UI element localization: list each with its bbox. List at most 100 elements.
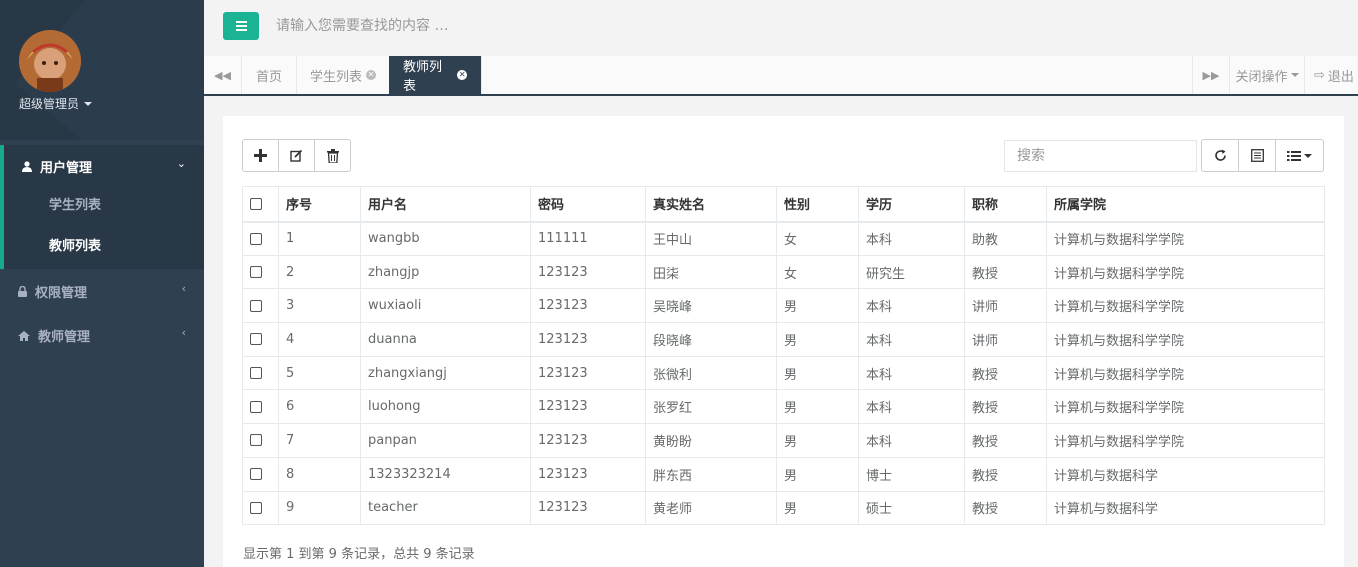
top-bar	[204, 0, 1358, 56]
table-cell: 研究生	[858, 254, 965, 290]
logout-button[interactable]: ⇨ 退出	[1306, 56, 1358, 94]
tabs-scroll-left-button[interactable]: ◀◀	[204, 56, 242, 94]
table-cell: 女	[776, 254, 859, 290]
nav-teacher-management[interactable]: 教师管理	[18, 326, 90, 345]
table-cell: teacher	[360, 490, 531, 526]
edit-button[interactable]	[278, 139, 315, 172]
table-cell: 7	[278, 423, 361, 458]
nav-label: 用户管理	[40, 161, 93, 176]
table-cell: duanna	[360, 322, 531, 357]
list-icon	[1287, 150, 1301, 161]
list-alt-icon	[1250, 149, 1264, 162]
table-tools-group	[1201, 139, 1324, 172]
table-cell: 教授	[964, 423, 1047, 458]
refresh-icon	[1214, 149, 1226, 161]
edit-icon	[290, 149, 303, 162]
column-header[interactable]: 性别	[776, 186, 859, 223]
delete-button[interactable]	[314, 139, 351, 172]
table-cell: 女	[776, 221, 859, 256]
nav-user-management[interactable]: 用户管理	[22, 157, 92, 176]
chevron-down-icon: ⌄	[176, 157, 186, 170]
column-header[interactable]: 学历	[858, 186, 965, 223]
select-all-cell	[242, 186, 279, 223]
refresh-button[interactable]	[1201, 139, 1239, 172]
column-header[interactable]: 所属学院	[1046, 186, 1325, 223]
table-row[interactable]: 7 panpan 123123 黄盼盼男本科 教授 计算机与数据科学学院	[242, 423, 1325, 458]
row-select-cell	[242, 490, 279, 526]
table-cell: 1323323214	[360, 456, 531, 492]
sidebar-item-teacher-list[interactable]: 教师列表	[49, 235, 101, 254]
sign-out-icon: ⇨	[1314, 67, 1325, 83]
close-operations-dropdown[interactable]: 关闭操作	[1230, 56, 1305, 94]
table-cell: 胖东西	[645, 456, 777, 492]
table-row[interactable]: 3 wuxiaoli 123123 吴晓峰男本科 讲师 计算机与数据科学学院	[242, 288, 1325, 324]
table-row[interactable]: 5 zhangxiangj 123123 张微利男本科 教授 计算机与数据科学学院	[242, 355, 1325, 391]
table-cell: 123123	[530, 322, 646, 357]
table-cell: 8	[278, 456, 361, 492]
add-button[interactable]	[242, 139, 279, 172]
column-header[interactable]: 序号	[278, 186, 361, 223]
tab-home[interactable]: 首页	[242, 56, 298, 94]
row-checkbox[interactable]	[250, 232, 262, 245]
table-cell: wuxiaoli	[360, 288, 531, 324]
close-icon[interactable]: ✕	[457, 70, 467, 80]
content-panel: 序号 用户名 密码 真实姓名 性别 学历 职称 所属学院 1wangbb1111…	[223, 116, 1344, 567]
nav-permission-management[interactable]: 权限管理	[18, 282, 87, 301]
profile-area: 超级管理员	[0, 0, 204, 140]
tab-teacher-list[interactable]: 教师列表 ✕	[389, 56, 482, 94]
chevron-left-icon: ‹	[181, 326, 186, 339]
pagination-info: 显示第 1 到第 9 条记录，总共 9 条记录	[243, 547, 475, 562]
table-cell: 本科	[858, 288, 965, 324]
tabs-scroll-right-button[interactable]: ▶▶	[1192, 56, 1230, 94]
row-select-cell	[242, 355, 279, 391]
table-row[interactable]: 6 luohong 123123 张罗红男本科 教授 计算机与数据科学学院	[242, 389, 1325, 425]
caret-down-icon	[1304, 153, 1312, 158]
tab-label: 教师列表	[403, 60, 443, 94]
table-row[interactable]: 8 1323323214 123123 胖东西男博士 教授 计算机与数据科学	[242, 456, 1325, 492]
sidebar: 超级管理员 用户管理 ⌄ 学生列表 教师列表 权限管理 ‹ 教师管理 ‹	[0, 0, 204, 567]
row-select-cell	[242, 423, 279, 458]
toolbar-button-group	[242, 139, 351, 172]
tab-label: 学生列表	[310, 69, 363, 85]
column-header[interactable]: 密码	[530, 186, 646, 223]
columns-dropdown-button[interactable]	[1275, 139, 1324, 172]
global-search-input[interactable]	[276, 10, 676, 42]
row-checkbox[interactable]	[250, 501, 262, 514]
table-cell: zhangxiangj	[360, 355, 531, 391]
table-row[interactable]: 4 duanna 123123 段晓峰男本科 讲师 计算机与数据科学学院	[242, 322, 1325, 357]
row-checkbox[interactable]	[250, 468, 262, 481]
table-cell: 计算机与数据科学	[1046, 456, 1325, 492]
table-cell: 男	[776, 490, 859, 526]
column-header[interactable]: 用户名	[360, 186, 531, 223]
admin-dropdown[interactable]: 超级管理员	[19, 95, 93, 112]
row-checkbox[interactable]	[250, 434, 262, 447]
table-cell: panpan	[360, 423, 531, 458]
column-header[interactable]: 职称	[964, 186, 1047, 223]
close-icon[interactable]: ✕	[366, 70, 377, 80]
row-checkbox[interactable]	[250, 299, 262, 312]
table-cell: 讲师	[964, 322, 1047, 357]
table-cell: 计算机与数据科学学院	[1046, 423, 1325, 458]
tab-student-list[interactable]: 学生列表 ✕	[296, 56, 392, 94]
table-row[interactable]: 2 zhangjp 123123 田柒女研究生 教授 计算机与数据科学学院	[242, 254, 1325, 290]
row-checkbox[interactable]	[250, 333, 262, 346]
row-checkbox[interactable]	[250, 266, 262, 279]
menu-toggle-button[interactable]	[223, 12, 259, 40]
table-search-input[interactable]	[1004, 140, 1197, 172]
table-cell: 教授	[964, 254, 1047, 290]
table-cell: 123123	[530, 456, 646, 492]
row-checkbox[interactable]	[250, 367, 262, 380]
table-cell: 王中山	[645, 221, 777, 256]
select-all-checkbox[interactable]	[250, 197, 262, 210]
row-checkbox[interactable]	[250, 400, 262, 413]
table-row[interactable]: 9 teacher 123123 黄老师男硕士 教授 计算机与数据科学	[242, 490, 1325, 526]
table-cell: 5	[278, 355, 361, 391]
table-cell: 硕士	[858, 490, 965, 526]
caret-down-icon	[84, 101, 93, 106]
sidebar-item-student-list[interactable]: 学生列表	[49, 194, 101, 213]
column-header[interactable]: 真实姓名	[645, 186, 777, 223]
avatar[interactable]	[19, 30, 81, 92]
table-cell: wangbb	[360, 221, 531, 256]
toggle-view-button[interactable]	[1238, 139, 1276, 172]
table-row[interactable]: 1 wangbb 111111 王中山女本科 助教 计算机与数据科学学院	[242, 221, 1325, 256]
